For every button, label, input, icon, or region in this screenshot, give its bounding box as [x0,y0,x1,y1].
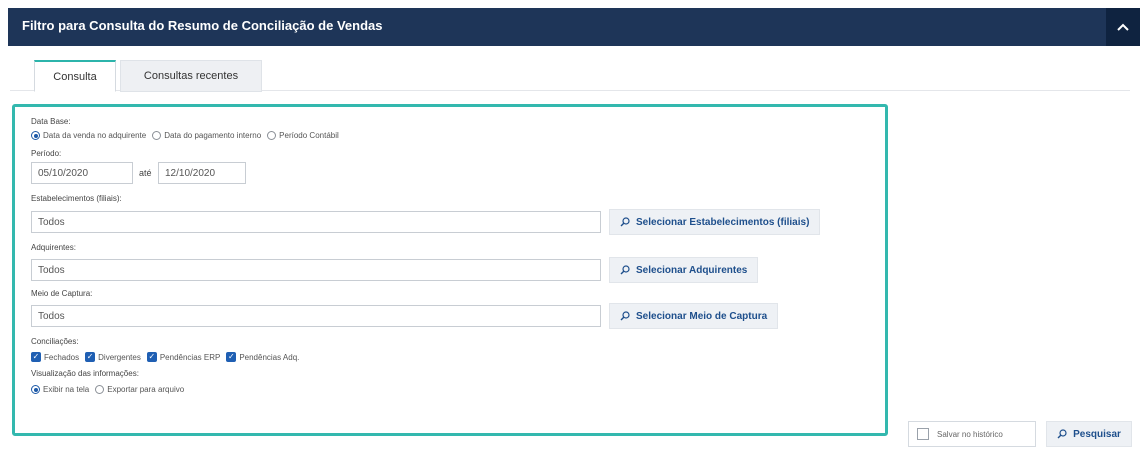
radio-periodo-contabil-label: Período Contábil [279,131,339,140]
search-button-label: Pesquisar [1073,428,1121,440]
adquirentes-input[interactable]: Todos [31,259,601,281]
visualizacao-options: Exibir na tela Exportar para arquivo [31,385,190,394]
filter-header: Filtro para Consulta do Resumo de Concil… [8,8,1140,46]
select-adquirentes-button[interactable]: Selecionar Adquirentes [609,257,759,283]
adquirentes-label: Adquirentes: [31,243,76,252]
select-meio-captura-label: Selecionar Meio de Captura [636,310,768,322]
chevron-up-icon [1117,23,1129,31]
select-estabelecimentos-button[interactable]: Selecionar Estabelecimentos (filiais) [609,209,821,235]
radio-data-pagamento[interactable] [152,131,162,140]
select-adquirentes-label: Selecionar Adquirentes [636,264,748,276]
save-history-checkbox[interactable]: Salvar no histórico [908,421,1036,447]
estabelecimentos-input[interactable]: Todos [31,211,601,233]
checkbox-fechados[interactable]: ✓ [31,352,41,362]
filter-title: Filtro para Consulta do Resumo de Concil… [22,18,383,33]
visualizacao-label: Visualização das informações: [31,369,139,378]
filter-panel: Data Base: Data da venda no adquirente D… [12,104,888,436]
conciliacoes-options: ✓ Fechados ✓ Divergentes ✓ Pendências ER… [31,352,305,362]
periodo-separator: até [139,168,152,178]
radio-periodo-contabil[interactable] [267,131,277,140]
radio-data-venda-label: Data da venda no adquirente [43,131,147,140]
save-history-box[interactable] [917,428,929,440]
radio-exportar-arquivo[interactable] [95,385,105,394]
periodo-end-input[interactable]: 12/10/2020 [158,162,246,184]
checkbox-divergentes[interactable]: ✓ [85,352,96,362]
radio-exibir-tela-label: Exibir na tela [43,385,90,394]
search-icon [620,265,630,275]
radio-data-pagamento-label: Data do pagamento interno [164,131,262,140]
checkbox-pendencias-erp-label: Pendências ERP [159,352,221,362]
meio-captura-label: Meio de Captura: [31,289,93,298]
radio-data-venda[interactable] [31,131,40,140]
save-history-label: Salvar no histórico [937,429,1003,439]
conciliacoes-label: Conciliações: [31,337,79,346]
tab-consulta[interactable]: Consulta [34,60,116,92]
checkbox-fechados-label: Fechados [44,352,80,362]
collapse-button[interactable] [1106,8,1140,46]
data-base-options: Data da venda no adquirente Data do paga… [31,131,345,140]
periodo-start-input[interactable]: 05/10/2020 [31,162,133,184]
data-base-label: Data Base: [31,117,71,126]
search-button[interactable]: Pesquisar [1046,421,1132,447]
search-icon [620,311,630,321]
radio-exibir-tela[interactable] [31,385,40,394]
estabelecimentos-label: Estabelecimentos (filiais): [31,194,122,203]
checkbox-pendencias-erp[interactable]: ✓ [146,352,157,362]
select-estabelecimentos-label: Selecionar Estabelecimentos (filiais) [636,216,810,228]
tab-consultas-recentes[interactable]: Consultas recentes [120,60,262,92]
meio-captura-input[interactable]: Todos [31,305,601,327]
checkbox-divergentes-label: Divergentes [98,352,141,362]
search-icon [620,217,630,227]
search-icon [1057,429,1067,439]
checkbox-pendencias-adq[interactable]: ✓ [226,352,237,362]
radio-exportar-arquivo-label: Exportar para arquivo [107,385,185,394]
periodo-label: Período: [31,149,62,158]
checkbox-pendencias-adq-label: Pendências Adq. [239,352,300,362]
select-meio-captura-button[interactable]: Selecionar Meio de Captura [609,303,779,329]
